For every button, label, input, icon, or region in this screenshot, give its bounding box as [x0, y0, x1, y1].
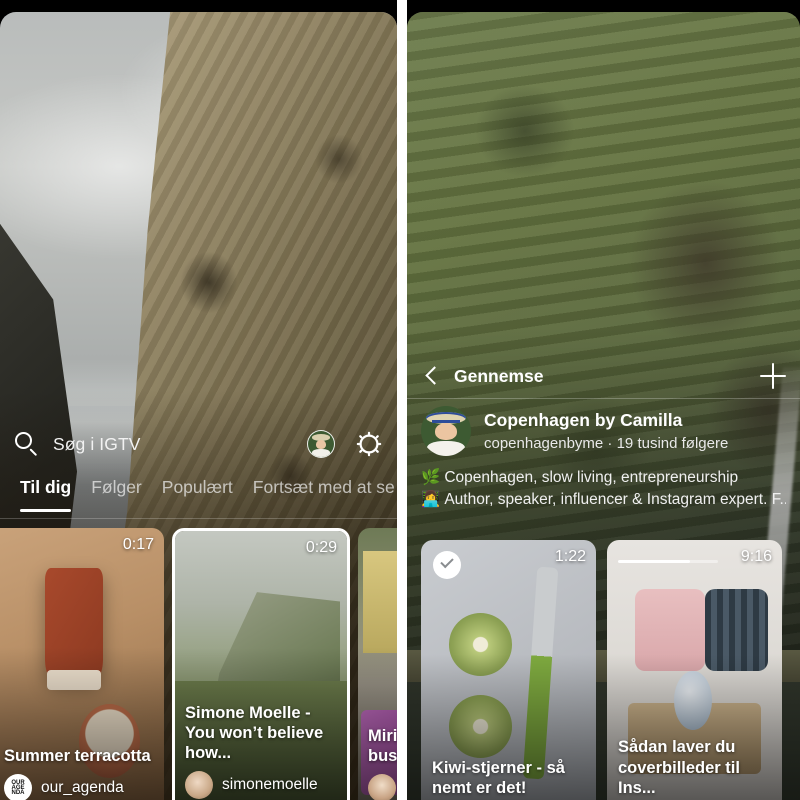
right-status-bar — [407, 0, 800, 12]
profile-bio-line-1: Copenhagen, slow living, entrepreneurshi… — [444, 469, 739, 486]
technologist-icon: 👩‍💻 — [421, 491, 441, 508]
plus-icon[interactable] — [760, 363, 786, 389]
chevron-left-icon[interactable] — [421, 365, 443, 387]
left-screen: Søg i IGTV Til dig Følger Populært Forts… — [0, 12, 397, 800]
gear-icon[interactable] — [355, 430, 383, 458]
avatar — [185, 771, 213, 799]
card-title: Summer terracotta — [4, 746, 151, 765]
header-divider — [407, 398, 800, 399]
card-user[interactable]: OUR AGE NDA our_agenda — [4, 774, 158, 800]
card-duration: 0:17 — [122, 536, 154, 553]
profile-meta: copenhagenbyme · 19 tusind følgere — [484, 434, 729, 452]
avatar — [368, 774, 396, 800]
search-input[interactable]: Søg i IGTV — [53, 434, 307, 455]
dual-screenshot-stage: Søg i IGTV Til dig Følger Populært Forts… — [0, 0, 800, 800]
page-title: Gennemse — [454, 365, 544, 386]
tab-til-dig[interactable]: Til dig — [10, 474, 81, 512]
tab-fortsaet-med-at-se[interactable]: Fortsæt med at se — [243, 474, 397, 512]
channel-card-carousel[interactable]: 1:22 Kiwi-stjerner - så nemt er det! 9:1… — [407, 540, 800, 800]
card-duration: 1:22 — [554, 548, 586, 565]
right-screen: Gennemse Copenhagen by Camilla copenhage… — [407, 12, 800, 800]
avatar[interactable] — [421, 406, 471, 456]
list-item[interactable]: 0:29 Simone Moelle - You won’t believe h… — [172, 528, 350, 800]
search-bar[interactable]: Søg i IGTV — [0, 420, 397, 468]
tab-folger[interactable]: Følger — [81, 474, 152, 512]
channel-profile: Copenhagen by Camilla copenhagenbyme · 1… — [407, 406, 800, 511]
card-duration: 9:16 — [740, 548, 772, 565]
profile-bio-line-2: Author, speaker, influencer & Instagram … — [444, 491, 786, 508]
right-phone-panel: Gennemse Copenhagen by Camilla copenhage… — [407, 0, 800, 800]
card-title: Miria busin — [368, 726, 397, 765]
card-username: our_agenda — [41, 779, 124, 796]
igtv-tabs[interactable]: Til dig Følger Populært Fortsæt med at s… — [0, 474, 397, 520]
profile-display-name: Copenhagen by Camilla — [484, 410, 683, 431]
left-phone-panel: Søg i IGTV Til dig Følger Populært Forts… — [0, 0, 397, 800]
card-title: Kiwi-stjerner - så nemt er det! — [432, 758, 565, 798]
avatar[interactable] — [307, 430, 335, 458]
avatar: OUR AGE NDA — [4, 774, 32, 800]
list-item[interactable]: 1:22 Kiwi-stjerner - så nemt er det! — [421, 540, 596, 800]
watched-check-icon — [433, 551, 461, 579]
search-icon — [14, 431, 40, 457]
left-status-bar — [0, 0, 397, 12]
list-item[interactable]: 0:17 Summer terracotta OUR AGE NDA our_age… — [0, 528, 164, 800]
list-item[interactable]: Miria busin — [358, 528, 397, 800]
igtv-card-carousel[interactable]: 0:17 Summer terracotta OUR AGE NDA our_age… — [0, 528, 397, 800]
watch-progress-bar — [618, 560, 718, 564]
card-user[interactable]: simonemoelle — [185, 771, 341, 799]
card-duration: 0:29 — [305, 539, 337, 556]
tab-populaert[interactable]: Populært — [152, 474, 243, 512]
card-username: simonemoelle — [222, 776, 318, 793]
browse-header: Gennemse — [407, 356, 800, 396]
card-title: Simone Moelle - You won’t believe how... — [185, 703, 324, 762]
list-item[interactable]: 9:16 Sådan laver du coverbilleder til In… — [607, 540, 782, 800]
card-user[interactable] — [368, 774, 397, 800]
profile-bio: 🌿 Copenhagen, slow living, entrepreneursh… — [421, 467, 786, 511]
herb-icon: 🌿 — [421, 469, 441, 486]
card-title: Sådan laver du coverbilleder til Ins... — [618, 738, 740, 798]
